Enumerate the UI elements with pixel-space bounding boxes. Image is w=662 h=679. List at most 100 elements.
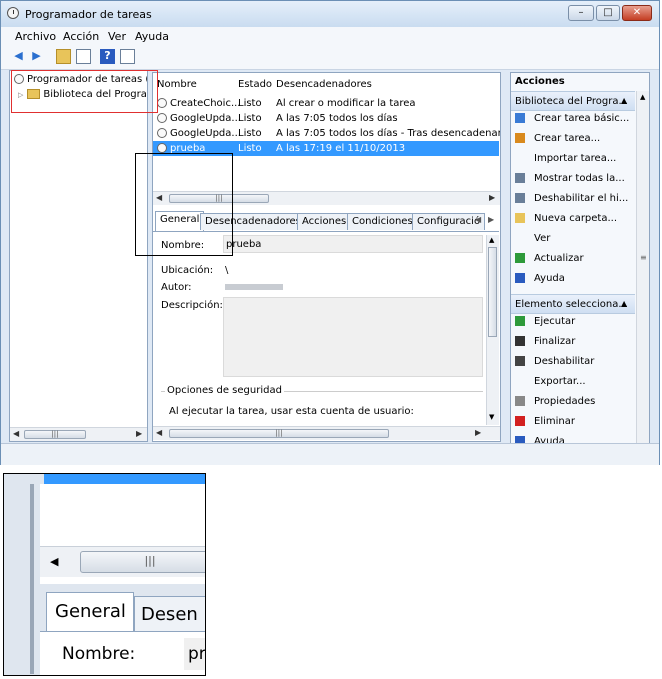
tab-actions[interactable]: Acciones bbox=[297, 213, 352, 230]
tab-scroll-right-icon[interactable]: ▶ bbox=[488, 215, 494, 224]
scroll-up-icon[interactable]: ▲ bbox=[640, 93, 645, 101]
maximize-button[interactable]: □ bbox=[596, 5, 620, 21]
table-row[interactable]: GoogleUpda... Listo A las 7:05 todos los… bbox=[153, 126, 500, 141]
scroll-thumb[interactable]: ||| bbox=[169, 429, 389, 438]
action-items1-4[interactable]: Deshabilitar el hi... bbox=[515, 193, 633, 211]
clock-icon bbox=[157, 113, 170, 124]
description-field[interactable] bbox=[223, 297, 483, 377]
action-label: Nueva carpeta... bbox=[534, 213, 618, 224]
table-row[interactable]: CreateChoic... Listo Al crear o modifica… bbox=[153, 96, 499, 111]
task-trigger: A las 7:05 todos los días - Tras desenca… bbox=[276, 128, 500, 139]
table-row[interactable]: GoogleUpda... Listo A las 7:05 todos los… bbox=[153, 111, 499, 126]
action-items1-7[interactable]: Actualizar bbox=[515, 253, 633, 271]
action-label: Mostrar todas la... bbox=[534, 173, 625, 184]
action-label: Eliminar bbox=[534, 416, 575, 427]
name-field[interactable]: prueba bbox=[223, 235, 483, 253]
show-hide-actions-icon[interactable] bbox=[120, 49, 135, 64]
status-bar bbox=[1, 443, 659, 465]
menu-ayuda[interactable]: Ayuda bbox=[135, 30, 169, 43]
zoom-divider bbox=[30, 484, 34, 674]
action-items1-1[interactable]: Crear tarea... bbox=[515, 133, 633, 151]
column-header-name[interactable]: Nombre bbox=[157, 79, 197, 90]
task-trigger: A las 7:05 todos los días bbox=[276, 113, 398, 124]
actions-pane: Acciones Biblioteca del Progra... ▲ Crea… bbox=[510, 72, 650, 444]
action-items2-0[interactable]: Ejecutar bbox=[515, 316, 633, 334]
action-items2-2[interactable]: Deshabilitar bbox=[515, 356, 633, 374]
tab-conditions[interactable]: Condiciones bbox=[347, 213, 418, 230]
title-bar[interactable]: Programador de tareas – □ ✕ bbox=[1, 1, 659, 27]
scroll-left-icon[interactable]: ◀ bbox=[156, 428, 162, 437]
collapse-icon[interactable]: ▲ bbox=[621, 96, 627, 105]
clock-icon bbox=[157, 98, 170, 109]
section-library-label: Biblioteca del Progra... bbox=[515, 96, 628, 107]
properties-icon bbox=[515, 396, 525, 406]
clock-icon bbox=[157, 128, 170, 139]
forward-arrow-icon[interactable]: ▶ bbox=[29, 49, 44, 64]
description-label: Descripción: bbox=[161, 300, 223, 311]
toolbar: ◀ ▶ ? bbox=[1, 45, 659, 70]
tab-scroll-left-icon[interactable]: ◀ bbox=[475, 215, 481, 224]
up-folder-icon[interactable] bbox=[56, 49, 71, 64]
scroll-grip-icon[interactable]: ≡ bbox=[640, 253, 647, 262]
zoom-tab-general[interactable]: General bbox=[46, 592, 134, 632]
collapse-icon[interactable]: ▲ bbox=[621, 299, 627, 308]
task-trigger: Al crear o modificar la tarea bbox=[276, 98, 416, 109]
scroll-right-icon[interactable]: ▶ bbox=[489, 193, 495, 202]
menu-accion[interactable]: Acción bbox=[63, 30, 99, 43]
create-basic-task-icon bbox=[515, 113, 525, 123]
zoom-scroll-thumb[interactable]: ||| bbox=[80, 551, 205, 573]
action-items1-3[interactable]: Mostrar todas la... bbox=[515, 173, 633, 191]
action-label: Ejecutar bbox=[534, 316, 576, 327]
details-vertical-scrollbar[interactable]: ▲ ▼ bbox=[486, 235, 499, 425]
zoom-selected-row bbox=[44, 474, 205, 484]
back-arrow-icon[interactable]: ◀ bbox=[11, 49, 26, 64]
menu-ver[interactable]: Ver bbox=[108, 30, 126, 43]
task-scheduler-window: Programador de tareas – □ ✕ Archivo Acci… bbox=[0, 0, 660, 465]
action-items1-2[interactable]: Importar tarea... bbox=[515, 153, 633, 171]
action-items2-4[interactable]: Propiedades bbox=[515, 396, 633, 414]
column-header-triggers[interactable]: Desencadenadores bbox=[276, 79, 372, 90]
action-items1-8[interactable]: Ayuda bbox=[515, 273, 633, 291]
action-items2-3[interactable]: Exportar... bbox=[515, 376, 633, 394]
zoom-name-field[interactable]: pr bbox=[184, 638, 205, 670]
details-horizontal-scrollbar[interactable]: ◀ ||| ▶ bbox=[153, 426, 500, 440]
scroll-right-icon[interactable]: ▶ bbox=[475, 428, 481, 437]
action-items1-0[interactable]: Crear tarea básic... bbox=[515, 113, 633, 131]
action-items1-6[interactable]: Ver bbox=[515, 233, 633, 251]
section-selected-item[interactable]: Elemento selecciona... ▲ bbox=[511, 294, 635, 314]
location-label: Ubicación: bbox=[161, 265, 214, 276]
scroll-left-icon[interactable]: ◀ bbox=[13, 429, 19, 438]
action-label: Deshabilitar el hi... bbox=[534, 193, 629, 204]
action-label: Ver bbox=[534, 233, 551, 244]
section-library[interactable]: Biblioteca del Progra... ▲ bbox=[511, 91, 635, 111]
task-status: Listo bbox=[238, 113, 262, 124]
scroll-right-icon[interactable]: ▶ bbox=[136, 429, 142, 438]
scroll-thumb[interactable] bbox=[488, 247, 497, 337]
action-items2-5[interactable]: Eliminar bbox=[515, 416, 633, 434]
action-items1-5[interactable]: Nueva carpeta... bbox=[515, 213, 633, 231]
zoom-tab-triggers[interactable]: Desen bbox=[134, 596, 205, 632]
zoom-scroll-left-icon[interactable]: ◀ bbox=[50, 555, 58, 568]
task-name: CreateChoic... bbox=[170, 98, 241, 109]
scroll-up-icon[interactable]: ▲ bbox=[489, 236, 494, 244]
task-name: GoogleUpda... bbox=[170, 113, 241, 124]
action-label: Propiedades bbox=[534, 396, 596, 407]
task-status: Listo bbox=[238, 128, 262, 139]
action-items2-1[interactable]: Finalizar bbox=[515, 336, 633, 354]
disable-history-icon bbox=[515, 193, 525, 203]
show-all-icon bbox=[515, 173, 525, 183]
menu-archivo[interactable]: Archivo bbox=[15, 30, 56, 43]
close-button[interactable]: ✕ bbox=[622, 5, 652, 21]
tree-horizontal-scrollbar[interactable]: ◀ ||| ▶ bbox=[10, 427, 147, 441]
new-folder-icon bbox=[515, 213, 525, 223]
zoom-scrollbar[interactable]: ◀ ||| bbox=[40, 546, 205, 577]
author-label: Autor: bbox=[161, 282, 192, 293]
column-header-status[interactable]: Estado bbox=[238, 79, 272, 90]
minimize-button[interactable]: – bbox=[568, 5, 594, 21]
actions-vertical-scrollbar[interactable]: ▲ ≡ bbox=[636, 91, 649, 443]
scroll-thumb[interactable]: ||| bbox=[24, 430, 86, 439]
help-icon[interactable]: ? bbox=[100, 49, 115, 64]
clock-icon bbox=[7, 7, 19, 19]
scroll-down-icon[interactable]: ▼ bbox=[489, 413, 494, 421]
show-hide-tree-icon[interactable] bbox=[76, 49, 91, 64]
